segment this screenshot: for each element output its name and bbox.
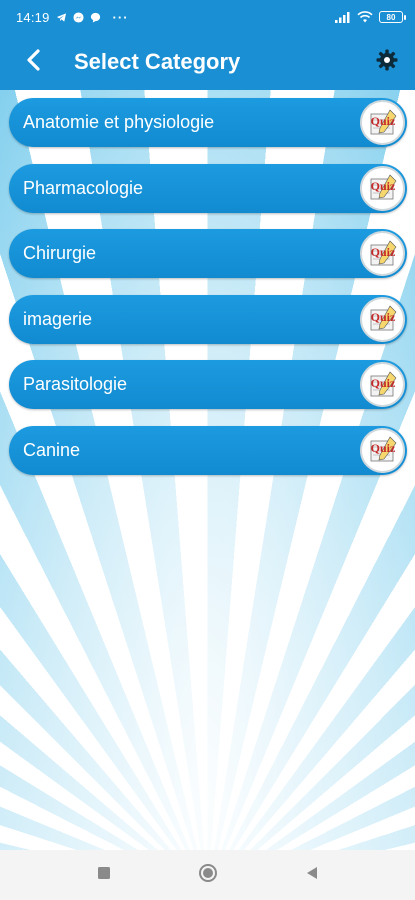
category-label: imagerie [23, 308, 93, 329]
category-item-imagerie[interactable]: imagerie Quiz [9, 294, 407, 344]
quiz-badge-text: Quiz [370, 245, 395, 259]
category-label: Parasitologie [23, 374, 128, 394]
page-title: Select Category [74, 49, 241, 74]
category-label: Pharmacologie [23, 177, 144, 198]
quiz-icon: Quiz [360, 100, 405, 145]
category-label: Chirurgie [23, 243, 97, 263]
nav-back-button[interactable] [302, 865, 322, 885]
category-label: Anatomie et physiologie [23, 112, 215, 132]
quiz-icon: Quiz [360, 362, 405, 407]
back-button[interactable] [8, 34, 60, 90]
chevron-left-icon [24, 48, 44, 77]
signal-icon [335, 11, 351, 23]
home-icon [198, 863, 218, 888]
status-bar: 14:19 ··· 80 [0, 0, 415, 34]
quiz-icon: Quiz [360, 427, 405, 473]
recent-apps-icon [97, 866, 111, 885]
status-time: 14:19 [16, 9, 50, 25]
quiz-icon: Quiz [360, 165, 405, 211]
category-item-anatomie[interactable]: Anatomie et physiologie Quiz [9, 98, 407, 147]
quiz-badge-text: Quiz [370, 376, 395, 390]
gear-icon [375, 48, 399, 77]
wifi-icon [357, 11, 373, 23]
category-label: Canine [23, 439, 81, 460]
messenger-icon [73, 11, 84, 23]
category-item-parasitologie[interactable]: Parasitologie Quiz [9, 360, 407, 409]
telegram-icon [56, 12, 67, 23]
settings-button[interactable] [365, 34, 409, 90]
quiz-badge-text: Quiz [370, 441, 395, 455]
app-bar: Select Category [0, 34, 415, 90]
category-list: Anatomie et physiologie Quiz Pharmacolog… [9, 98, 407, 491]
chat-bubble-icon [90, 12, 101, 23]
category-item-canine[interactable]: Canine Quiz [9, 425, 407, 475]
more-dots: ··· [112, 9, 129, 25]
quiz-badge-text: Quiz [370, 114, 395, 128]
quiz-badge-text: Quiz [370, 179, 395, 193]
battery-icon: 80 [379, 11, 406, 23]
recent-apps-button[interactable] [94, 865, 114, 885]
category-item-chirurgie[interactable]: Chirurgie Quiz [9, 229, 407, 278]
quiz-icon: Quiz [360, 296, 405, 342]
quiz-badge-text: Quiz [370, 310, 395, 324]
category-item-pharmacologie[interactable]: Pharmacologie Quiz [9, 163, 407, 213]
system-nav-bar [0, 850, 415, 900]
screen: 14:19 ··· 80 Select Category Anatomie et… [0, 0, 415, 900]
quiz-icon: Quiz [360, 231, 405, 276]
home-button[interactable] [198, 863, 218, 888]
back-triangle-icon [305, 866, 319, 885]
battery-level: 80 [386, 12, 396, 22]
